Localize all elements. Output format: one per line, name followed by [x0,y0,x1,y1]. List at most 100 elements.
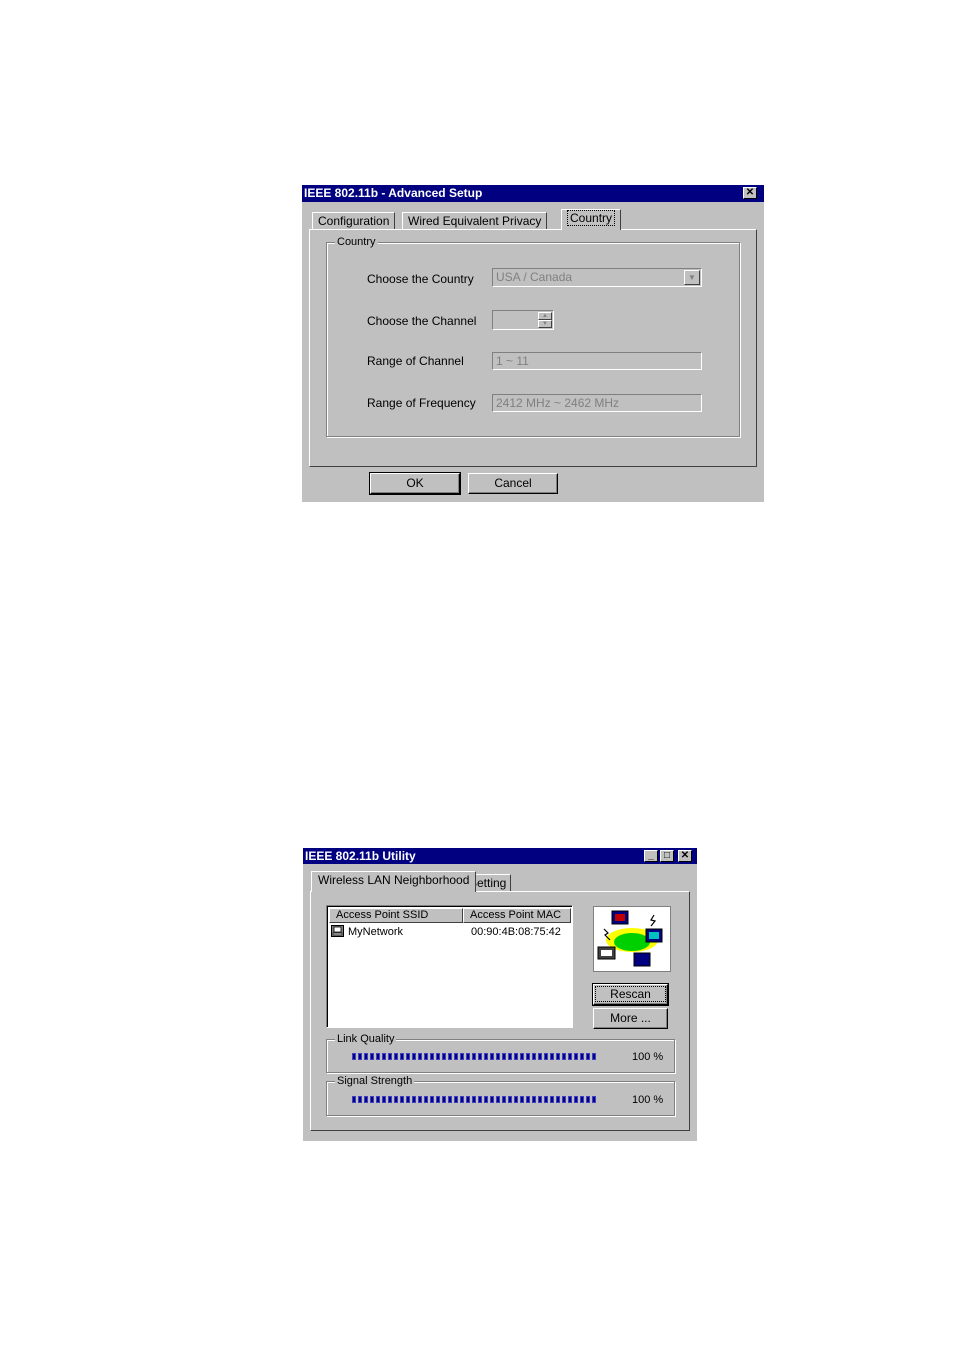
choose-channel-label: Choose the Channel [367,314,477,328]
chevron-down-icon[interactable]: ▼ [684,270,700,285]
meter-segment [484,1053,488,1060]
spin-up-icon[interactable]: ▲ [538,312,552,320]
meter-segment [370,1053,374,1060]
meter-segment [388,1053,392,1060]
meter-segment [466,1053,470,1060]
meter-segment [394,1096,398,1103]
column-header-ssid[interactable]: Access Point SSID [329,908,463,923]
mac-cell: 00:90:4B:08:75:42 [471,926,561,938]
more-button[interactable]: More ... [593,1008,668,1029]
meter-segment [454,1053,458,1060]
meter-segment [520,1053,524,1060]
meter-segment [406,1096,410,1103]
country-group: Country Choose the Country USA / Canada … [326,235,740,437]
utility-title: IEEE 802.11b Utility [305,849,416,863]
meter-segment [388,1096,392,1103]
access-point-list[interactable]: Access Point SSID Access Point MAC MyNet… [326,905,573,1028]
neighborhood-tab-panel: Access Point SSID Access Point MAC MyNet… [310,891,690,1131]
meter-segment [358,1053,362,1060]
utility-window: IEEE 802.11b Utility _ □ ✕ Wireless LAN … [303,848,697,1141]
range-channel-label: Range of Channel [367,354,464,368]
minimize-icon[interactable]: _ [644,850,658,862]
meter-segment [568,1096,572,1103]
close-icon[interactable]: ✕ [743,187,757,199]
meter-segment [514,1096,518,1103]
meter-segment [526,1096,530,1103]
meter-segment [382,1053,386,1060]
signal-strength-label: Signal Strength [335,1074,415,1088]
meter-segment [514,1053,518,1060]
meter-segment [592,1053,596,1060]
meter-segment [574,1053,578,1060]
meter-segment [376,1053,380,1060]
network-computer-icon [331,925,344,937]
meter-segment [352,1053,356,1060]
utility-titlebar[interactable]: IEEE 802.11b Utility [303,848,697,864]
link-quality-meter [352,1053,596,1062]
link-quality-value: 100 % [632,1051,664,1063]
range-channel-field: 1 ~ 11 [492,352,702,370]
meter-segment [466,1096,470,1103]
meter-segment [574,1096,578,1103]
meter-segment [544,1053,548,1060]
meter-segment [496,1096,500,1103]
meter-segment [556,1053,560,1060]
rescan-button[interactable]: Rescan [592,983,669,1006]
meter-segment [580,1053,584,1060]
meter-segment [508,1053,512,1060]
country-group-label: Country [335,235,378,249]
meter-segment [502,1053,506,1060]
meter-segment [460,1096,464,1103]
meter-segment [556,1096,560,1103]
country-select[interactable]: USA / Canada ▼ [492,268,702,287]
table-row[interactable]: MyNetwork 00:90:4B:08:75:42 [329,925,571,941]
meter-segment [406,1053,410,1060]
advanced-setup-window: IEEE 802.11b - Advanced Setup ✕ Configur… [302,185,764,502]
meter-segment [358,1096,362,1103]
maximize-icon[interactable]: □ [660,850,674,862]
network-illustration-icon [593,906,671,972]
meter-segment [400,1096,404,1103]
ok-button[interactable]: OK [369,472,461,495]
signal-strength-value: 100 % [632,1094,664,1106]
meter-segment [448,1096,452,1103]
meter-segment [550,1053,554,1060]
meter-segment [418,1053,422,1060]
tab-wireless-lan-neighborhood[interactable]: Wireless LAN Neighborhood [311,871,477,892]
ssid-cell: MyNetwork [348,926,404,938]
tab-country[interactable]: Country [561,209,622,230]
meter-segment [580,1096,584,1103]
signal-strength-meter [352,1096,596,1105]
range-frequency-field: 2412 MHz ~ 2462 MHz [492,394,702,412]
meter-segment [538,1096,542,1103]
close-icon[interactable]: ✕ [678,850,692,862]
meter-segment [496,1053,500,1060]
meter-segment [532,1053,536,1060]
meter-segment [562,1053,566,1060]
channel-spinner[interactable]: ▲ ▼ [492,310,554,330]
advanced-setup-titlebar[interactable]: IEEE 802.11b - Advanced Setup [302,185,764,202]
meter-segment [508,1096,512,1103]
meter-segment [442,1096,446,1103]
spin-down-icon[interactable]: ▼ [538,320,552,328]
column-header-mac[interactable]: Access Point MAC [463,908,571,923]
cancel-button[interactable]: Cancel [468,473,558,494]
meter-segment [586,1053,590,1060]
meter-segment [430,1053,434,1060]
advanced-setup-title: IEEE 802.11b - Advanced Setup [304,186,483,200]
meter-segment [532,1096,536,1103]
meter-segment [436,1096,440,1103]
meter-segment [364,1096,368,1103]
link-quality-label: Link Quality [335,1032,397,1046]
meter-segment [592,1096,596,1103]
meter-segment [436,1053,440,1060]
tab-wired-equivalent-privacy[interactable]: Wired Equivalent Privacy [402,212,548,230]
choose-country-label: Choose the Country [367,272,474,286]
meter-segment [418,1096,422,1103]
meter-segment [478,1096,482,1103]
meter-segment [430,1096,434,1103]
tab-configuration[interactable]: Configuration [312,212,396,230]
country-tab-panel: Country Choose the Country USA / Canada … [309,229,757,467]
meter-segment [568,1053,572,1060]
meter-segment [520,1096,524,1103]
